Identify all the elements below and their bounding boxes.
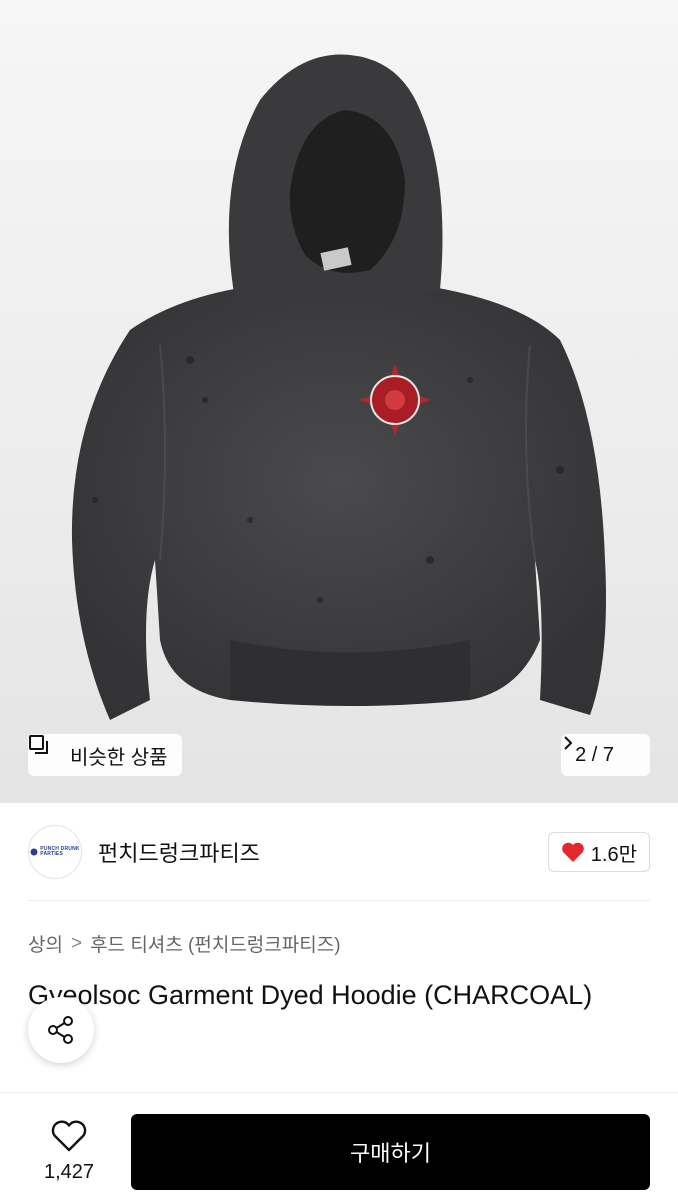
breadcrumb-subcategory[interactable]: 후드 티셔츠 (펀치드렁크파티즈) [90, 930, 340, 957]
brand-row: PUNCH DRUNK PARTIES 펀치드렁크파티즈 1.6만 [28, 823, 650, 881]
chevron-right-icon [564, 736, 636, 764]
buy-button[interactable]: 구매하기 [131, 1114, 650, 1190]
similar-products-button[interactable]: 비슷한 상품 [28, 734, 182, 776]
breadcrumb-separator: > [70, 932, 83, 954]
divider [28, 900, 650, 901]
share-button[interactable] [28, 997, 94, 1063]
heart-outline-icon [50, 1119, 88, 1153]
brand-logo-text-2: PARTIES [40, 851, 63, 857]
brand-like-button[interactable]: 1.6만 [547, 832, 650, 872]
product-image-carousel[interactable]: 비슷한 상품 2 / 7 [0, 0, 678, 803]
product-photo-hoodie [71, 54, 606, 720]
product-title: Gyeolsoc Garment Dyed Hoodie (CHARCOAL) [28, 980, 593, 1010]
wishlist-count: 1,427 [43, 1161, 95, 1183]
wishlist-button[interactable]: 1,427 [36, 1119, 102, 1183]
breadcrumb: 상의 > 후드 티셔츠 (펀치드렁크파티즈) [28, 930, 341, 957]
similar-products-label: 비슷한 상품 [70, 746, 168, 769]
bottom-action-bar: 1,427 구매하기 [0, 1092, 678, 1200]
heart-filled-icon [561, 841, 585, 863]
brand-name[interactable]: 펀치드렁크파티즈 [98, 836, 260, 868]
brand-logo-mark-icon [30, 848, 38, 856]
pager-count: 2 / 7 [575, 743, 614, 766]
share-icon [48, 1016, 73, 1044]
brand-like-count: 1.6만 [590, 843, 637, 866]
breadcrumb-category[interactable]: 상의 [28, 930, 63, 957]
image-pager[interactable]: 2 / 7 [561, 734, 650, 776]
brand-logo[interactable]: PUNCH DRUNK PARTIES [28, 825, 82, 879]
copy-icon [29, 735, 62, 766]
